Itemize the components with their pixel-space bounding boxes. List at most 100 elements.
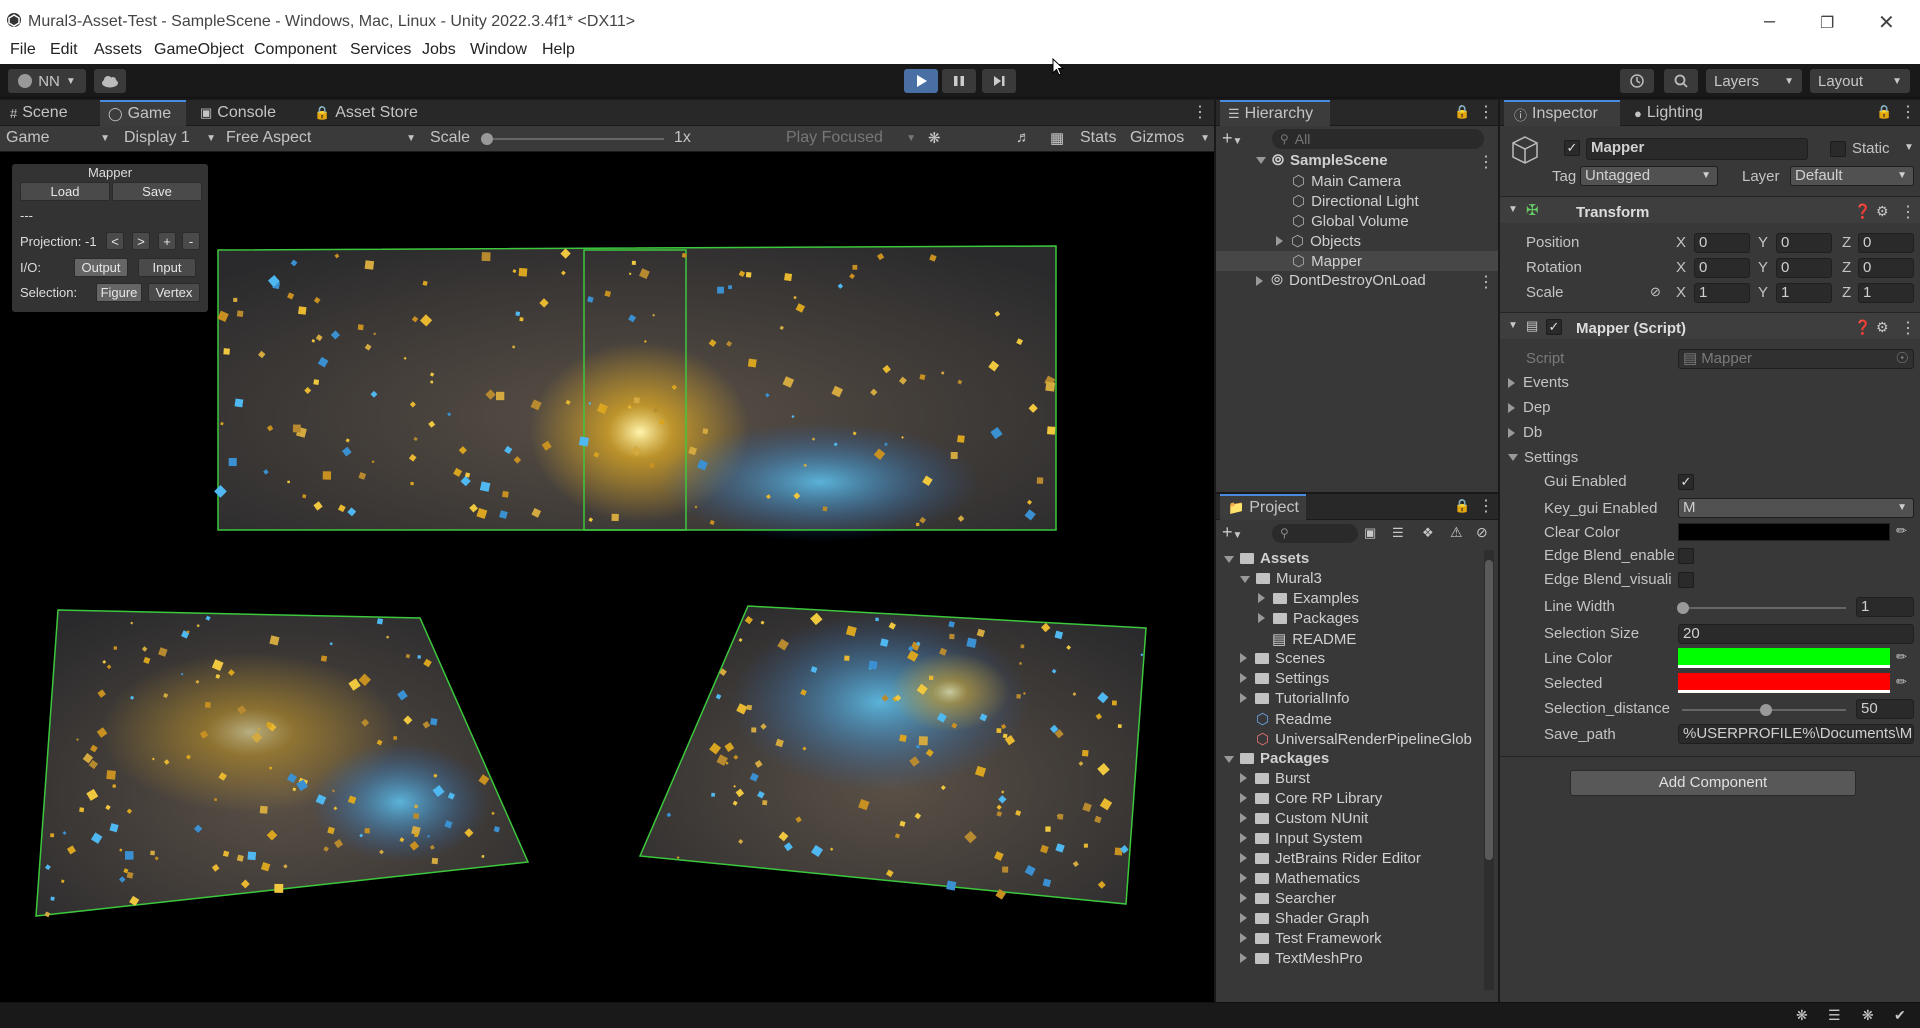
collapse-arrow-icon[interactable]: ▼ bbox=[1508, 320, 1518, 331]
add-component-button[interactable]: Add Component bbox=[1570, 770, 1856, 796]
hierarchy-item-objects[interactable]: ⬡ Objects bbox=[1276, 232, 1361, 250]
mute-audio-icon[interactable]: ♬ bbox=[1016, 129, 1031, 146]
tab-lighting[interactable]: ● Lighting bbox=[1630, 100, 1740, 126]
constrain-proportions-icon[interactable]: ⊘ bbox=[1650, 284, 1661, 300]
scale-slider-handle[interactable] bbox=[481, 133, 493, 145]
project-readme-file[interactable]: ▤ README bbox=[1272, 630, 1356, 648]
settings-sliders-icon[interactable]: ⚙ bbox=[1876, 319, 1889, 336]
menu-help[interactable]: Help bbox=[542, 41, 575, 59]
step-button[interactable] bbox=[982, 69, 1016, 93]
position-x-field[interactable]: 0 bbox=[1694, 233, 1750, 253]
eyedropper-icon[interactable]: ✏ bbox=[1896, 674, 1907, 690]
save-button[interactable]: Save bbox=[112, 182, 202, 201]
tab-asset-store[interactable]: 🔒 Asset Store bbox=[314, 100, 434, 126]
selection-distance-slider-handle[interactable] bbox=[1760, 704, 1772, 716]
pause-button[interactable] bbox=[942, 69, 976, 93]
output-button[interactable]: Output bbox=[74, 258, 128, 277]
selected-color-swatch[interactable] bbox=[1678, 673, 1890, 693]
help-icon[interactable]: ❓ bbox=[1854, 203, 1871, 220]
tab-console[interactable]: ▣ Console bbox=[200, 100, 290, 126]
gui-enabled-checkbox[interactable]: ✓ bbox=[1678, 474, 1694, 490]
menu-edit[interactable]: Edit bbox=[50, 41, 78, 59]
search-button[interactable] bbox=[1664, 69, 1698, 93]
active-checkbox[interactable]: ✓ bbox=[1564, 140, 1580, 156]
scale-z-field[interactable]: 1 bbox=[1858, 283, 1914, 303]
project-examples[interactable]: Examples bbox=[1258, 590, 1359, 607]
layout-dropdown[interactable]: Layout ▼ bbox=[1810, 69, 1910, 93]
minimize-button[interactable]: – bbox=[1764, 10, 1775, 33]
project-packages-folder[interactable]: Packages bbox=[1258, 610, 1359, 627]
load-button[interactable]: Load bbox=[20, 182, 110, 201]
project-scrollbar[interactable] bbox=[1484, 550, 1494, 990]
menu-component[interactable]: Component bbox=[254, 41, 337, 59]
scale-slider[interactable] bbox=[481, 133, 664, 145]
aspect-dropdown[interactable]: Free Aspect ▼ bbox=[226, 129, 416, 147]
scale-y-field[interactable]: 1 bbox=[1776, 283, 1832, 303]
kebab-menu-icon[interactable]: ⋮ bbox=[1478, 102, 1494, 122]
project-packages-root[interactable]: Packages bbox=[1224, 750, 1329, 767]
cloud-button[interactable] bbox=[94, 69, 126, 93]
project-readme-asset[interactable]: ⬡ Readme bbox=[1256, 710, 1332, 728]
lock-icon[interactable]: 🔒 bbox=[1876, 104, 1892, 120]
kebab-menu-icon[interactable]: ⋮ bbox=[1478, 152, 1494, 172]
account-dropdown[interactable]: NN ▼ bbox=[8, 69, 86, 93]
layers-dropdown[interactable]: Layers ▼ bbox=[1706, 69, 1802, 93]
figure-button[interactable]: Figure bbox=[96, 283, 142, 302]
projection-remove-button[interactable]: - bbox=[182, 232, 200, 250]
line-width-field[interactable]: 1 bbox=[1856, 597, 1914, 617]
gizmos-dropdown[interactable]: Gizmos ▼ bbox=[1130, 129, 1210, 147]
menu-gameobject[interactable]: GameObject bbox=[154, 41, 244, 59]
hierarchy-item-mapper[interactable]: ⬡ Mapper bbox=[1292, 252, 1362, 271]
tab-hierarchy[interactable]: ☰ Hierarchy bbox=[1220, 100, 1330, 126]
hidden-packages-icon[interactable]: ⊘ bbox=[1476, 524, 1488, 541]
debug-icon[interactable]: ❋ bbox=[1796, 1007, 1808, 1024]
kebab-menu-icon[interactable]: ⋮ bbox=[1900, 102, 1916, 122]
kebab-menu-icon[interactable]: ⋮ bbox=[1900, 202, 1916, 222]
add-gameobject-button[interactable]: +▼ bbox=[1222, 128, 1242, 149]
line-width-slider[interactable] bbox=[1677, 602, 1846, 614]
display-dropdown[interactable]: Display 1 ▼ bbox=[124, 129, 216, 147]
rotation-y-field[interactable]: 0 bbox=[1776, 258, 1832, 278]
progress-check-icon[interactable]: ✔ bbox=[1894, 1007, 1906, 1024]
kebab-menu-icon[interactable]: ⋮ bbox=[1478, 496, 1494, 516]
project-search-input[interactable]: ⚲ bbox=[1272, 524, 1358, 543]
edge-blend-visual-checkbox[interactable] bbox=[1678, 572, 1694, 588]
menu-assets[interactable]: Assets bbox=[94, 41, 142, 59]
collapse-arrow-icon[interactable]: ▼ bbox=[1508, 204, 1518, 215]
menu-file[interactable]: File bbox=[10, 41, 36, 59]
events-foldout[interactable]: Events bbox=[1508, 374, 1569, 391]
kebab-menu-icon[interactable]: ⋮ bbox=[1478, 272, 1494, 292]
save-path-field[interactable]: %USERPROFILE%\Documents\M bbox=[1678, 724, 1914, 744]
db-foldout[interactable]: Db bbox=[1508, 424, 1542, 441]
clear-color-swatch[interactable] bbox=[1678, 523, 1890, 541]
help-icon[interactable]: ❓ bbox=[1854, 319, 1871, 336]
project-package-searcher[interactable]: Searcher bbox=[1240, 890, 1336, 907]
static-dropdown-arrow[interactable]: ▼ bbox=[1904, 142, 1914, 153]
settings-foldout[interactable]: Settings bbox=[1508, 449, 1578, 466]
object-name-field[interactable]: Mapper bbox=[1586, 138, 1808, 160]
label-filter-icon[interactable]: ❖ bbox=[1422, 525, 1434, 541]
static-checkbox[interactable] bbox=[1830, 141, 1846, 157]
dep-foldout[interactable]: Dep bbox=[1508, 399, 1551, 416]
projection-top[interactable] bbox=[217, 245, 1057, 542]
hierarchy-filter-icon[interactable]: ☰ bbox=[1392, 525, 1404, 541]
rotation-x-field[interactable]: 0 bbox=[1694, 258, 1750, 278]
project-urp-asset[interactable]: ⬡ UniversalRenderPipelineGlob bbox=[1256, 730, 1484, 748]
selection-distance-slider[interactable] bbox=[1682, 704, 1846, 716]
projection-bottom-left[interactable] bbox=[35, 609, 530, 917]
lock-icon[interactable]: 🔒 bbox=[1454, 104, 1470, 120]
eyedropper-icon[interactable]: ✏ bbox=[1896, 649, 1907, 665]
project-package-textmeshpro[interactable]: TextMeshPro bbox=[1240, 950, 1363, 967]
tab-project[interactable]: 📁 Project bbox=[1220, 494, 1306, 520]
projection-bottom-right[interactable] bbox=[638, 605, 1147, 905]
hierarchy-scene-sampleScene[interactable]: ⦾ SampleScene bbox=[1256, 152, 1388, 169]
settings-sliders-icon[interactable]: ⚙ bbox=[1876, 203, 1889, 220]
line-width-slider-handle[interactable] bbox=[1677, 602, 1689, 614]
play-button[interactable] bbox=[904, 69, 938, 93]
project-package-mathematics[interactable]: Mathematics bbox=[1240, 870, 1360, 887]
hierarchy-item-global-volume[interactable]: ⬡ Global Volume bbox=[1292, 212, 1409, 231]
play-focused-dropdown[interactable]: Play Focused ▼ bbox=[786, 129, 916, 147]
project-settings[interactable]: Settings bbox=[1240, 670, 1329, 687]
object-picker-icon[interactable]: ☉ bbox=[1896, 350, 1909, 368]
create-asset-button[interactable]: +▼ bbox=[1222, 522, 1242, 543]
